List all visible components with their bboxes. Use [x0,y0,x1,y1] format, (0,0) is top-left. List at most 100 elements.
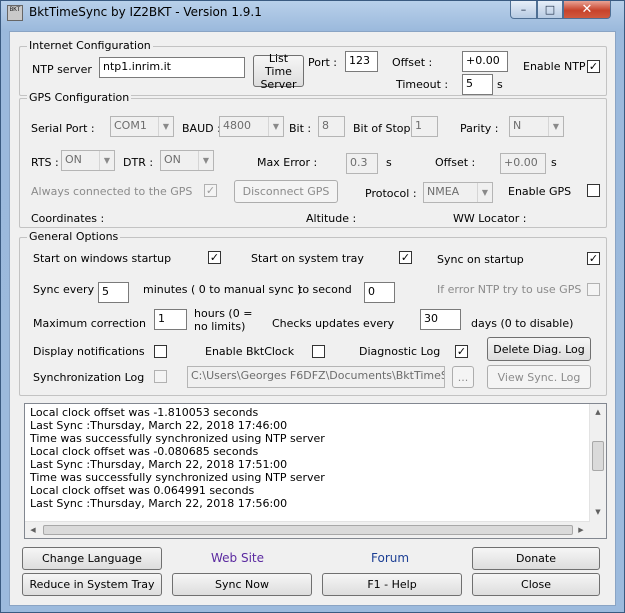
sync-every-label: Sync every [33,283,95,296]
general-options-title: General Options [27,230,121,243]
enable-ntp-label: Enable NTP [523,60,586,73]
close-button[interactable]: Close [472,573,600,596]
rts-dropdown[interactable]: ON ▼ [61,150,115,171]
start-windows-checkbox[interactable]: ✓ [208,251,221,264]
minutes-label: minutes ( 0 to manual sync ) [143,283,302,296]
always-connected-checkbox[interactable]: ✓ [204,184,217,197]
internet-config-title: Internet Configuration [27,39,153,52]
chevron-down-icon: ▼ [99,151,114,170]
display-notifications-label: Display notifications [33,345,145,358]
sync-every-input[interactable]: 5 [98,282,129,303]
enable-bktclock-checkbox[interactable] [312,345,325,358]
altitude-label: Altitude : [306,212,357,225]
if-error-label: If error NTP try to use GPS [437,283,582,296]
enable-gps-checkbox[interactable] [587,184,600,197]
protocol-label: Protocol : [365,187,417,200]
max-error-unit: s [386,156,392,169]
ntp-offset-input[interactable]: +0.00 [462,51,508,72]
scroll-up-icon[interactable]: ▲ [590,404,606,421]
log-line: Local clock offset was 0.064991 seconds [30,484,255,497]
log-line: Last Sync :Thursday, March 22, 2018 17:4… [30,419,288,432]
maximize-button[interactable]: □ [537,1,563,19]
sync-log-checkbox[interactable] [154,370,167,383]
display-notifications-checkbox[interactable] [154,345,167,358]
log-line: Time was successfully synchronized using… [30,471,325,484]
parity-dropdown[interactable]: N ▼ [509,116,564,137]
change-language-button[interactable]: Change Language [22,547,162,570]
scroll-down-icon[interactable]: ▼ [590,504,606,521]
ntp-offset-label: Offset : [392,56,433,69]
to-second-label: to second [298,283,352,296]
donate-button[interactable]: Donate [472,547,600,570]
timeout-input[interactable]: 5 [462,74,493,95]
view-sync-log-button[interactable]: View Sync. Log [487,365,591,389]
start-tray-label: Start on system tray [251,252,364,265]
chevron-down-icon: ▼ [268,117,283,136]
enable-bktclock-label: Enable BktClock [205,345,295,358]
log-textbox[interactable]: Local clock offset was -1.810053 seconds… [24,403,607,539]
sync-now-button[interactable]: Sync Now [172,573,312,596]
website-link[interactable]: Web Site [211,551,264,565]
disconnect-gps-button[interactable]: Disconnect GPS [234,180,338,203]
gps-offset-input[interactable]: +0.00 [500,153,546,174]
sync-log-path-input[interactable]: C:\Users\Georges F6DFZ\Documents\BktTime… [187,366,445,388]
browse-button[interactable]: ... [452,366,474,388]
horizontal-scrollbar[interactable]: ◀ ▶ [25,521,590,538]
bit-label: Bit : [289,122,312,135]
coordinates-label: Coordinates : [31,212,105,225]
chevron-down-icon: ▼ [158,117,173,136]
bit-input[interactable]: 8 [318,116,345,137]
to-second-input[interactable]: 0 [364,282,395,303]
port-input[interactable]: 123 [345,51,378,72]
log-line: Local clock offset was -1.810053 seconds [30,406,259,419]
rts-label: RTS : [31,156,59,169]
days-label: days (0 to disable) [471,317,574,330]
max-error-input[interactable]: 0.3 [346,153,378,174]
log-line: Last Sync :Thursday, March 22, 2018 17:5… [30,497,288,510]
checks-updates-label: Checks updates every [272,317,395,330]
if-error-checkbox[interactable] [587,283,600,296]
list-time-server-button[interactable]: List Time Server [253,52,304,91]
scroll-thumb[interactable] [592,441,604,471]
help-button[interactable]: F1 - Help [322,573,462,596]
dtr-value: ON [164,153,181,166]
close-window-button[interactable]: ✕ [563,1,611,19]
gps-offset-label: Offset : [435,156,476,169]
serial-port-label: Serial Port : [31,122,95,135]
delete-diag-log-button[interactable]: Delete Diag. Log [487,337,591,361]
diagnostic-log-checkbox[interactable]: ✓ [455,345,468,358]
vertical-scrollbar[interactable]: ▲ ▼ [589,404,606,538]
scroll-right-icon[interactable]: ▶ [573,522,589,539]
start-tray-checkbox[interactable]: ✓ [399,251,412,264]
baud-dropdown[interactable]: 4800 ▼ [219,116,284,137]
enable-gps-label: Enable GPS [508,185,572,198]
bit-stop-input[interactable]: 1 [411,116,438,137]
hours-label-line2: no limits) [194,320,246,333]
chevron-down-icon: ▼ [477,183,492,202]
ntp-server-input[interactable]: ntp1.inrim.it [99,57,245,78]
diagnostic-log-label: Diagnostic Log [359,345,441,358]
protocol-dropdown[interactable]: NMEA ▼ [423,182,493,203]
sync-startup-checkbox[interactable]: ✓ [587,252,600,265]
scroll-left-icon[interactable]: ◀ [25,522,41,539]
minimize-button[interactable]: – [510,1,537,19]
app-icon: BKT [7,5,23,21]
hscroll-thumb[interactable] [43,525,573,535]
rts-value: ON [65,153,82,166]
forum-link[interactable]: Forum [371,551,409,565]
reduce-tray-button[interactable]: Reduce in System Tray [22,573,162,596]
parity-label: Parity : [460,122,499,135]
dtr-label: DTR : [123,156,154,169]
checks-updates-input[interactable]: 30 [420,309,461,330]
max-correction-input[interactable]: 1 [154,309,187,330]
ww-locator-label: WW Locator : [453,212,527,225]
serial-port-value: COM1 [114,119,147,132]
title-bar[interactable]: BKT BktTimeSync by IZ2BKT - Version 1.9.… [1,1,624,25]
gps-config-title: GPS Configuration [27,91,132,104]
ntp-server-label: NTP server [32,63,92,76]
log-line: Time was successfully synchronized using… [30,432,325,445]
dtr-dropdown[interactable]: ON ▼ [160,150,214,171]
enable-ntp-checkbox[interactable]: ✓ [587,60,600,73]
timeout-label: Timeout : [396,78,449,91]
serial-port-dropdown[interactable]: COM1 ▼ [110,116,174,137]
